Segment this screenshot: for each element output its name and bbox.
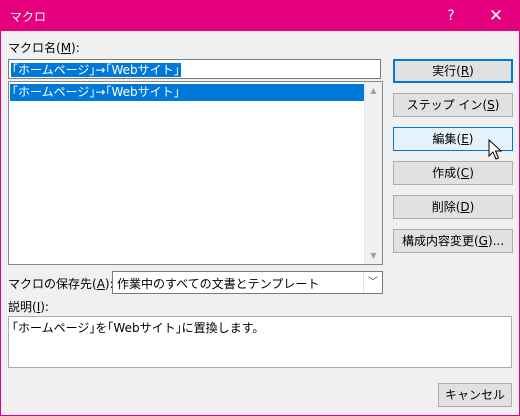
- macros-in-label: マクロの保存先(A):: [8, 277, 114, 291]
- cancel-button[interactable]: キャンセル: [438, 383, 512, 407]
- macros-in-select[interactable]: 作業中のすべての文書とテンプレート ﹀: [112, 271, 383, 294]
- description-label: 説明(I):: [8, 300, 49, 314]
- macro-name-label: マクロ名(M):: [8, 41, 80, 55]
- dialog-title: マクロ: [10, 10, 47, 24]
- macro-name-input[interactable]: ｢ホームページ｣→｢Webサイト｣: [8, 59, 381, 79]
- create-button[interactable]: 作成(C): [393, 161, 513, 185]
- run-button[interactable]: 実行(R): [393, 59, 513, 83]
- macro-name-value: ｢ホームページ｣→｢Webサイト｣: [11, 63, 181, 77]
- description-value: ｢ホームページ｣を｢Webサイト｣に置換します。: [12, 321, 265, 335]
- help-icon[interactable]: ?: [428, 1, 474, 31]
- chevron-down-icon[interactable]: ﹀: [363, 272, 382, 293]
- scroll-up-icon[interactable]: ▲: [365, 82, 382, 99]
- macro-list[interactable]: ｢ホームページ｣→｢Webサイト｣ ▲ ▼: [8, 81, 383, 265]
- mouse-cursor-icon: [488, 139, 503, 160]
- description-field[interactable]: ｢ホームページ｣を｢Webサイト｣に置換します。: [8, 316, 512, 368]
- scroll-down-icon[interactable]: ▼: [365, 247, 382, 264]
- macro-dialog: マクロ ? ✕ マクロ名(M): ｢ホームページ｣→｢Webサイト｣ ｢ホームペ…: [0, 0, 520, 416]
- list-scrollbar[interactable]: ▲ ▼: [364, 82, 382, 264]
- close-icon[interactable]: ✕: [473, 1, 519, 31]
- list-item[interactable]: ｢ホームページ｣→｢Webサイト｣: [10, 84, 365, 101]
- delete-button[interactable]: 削除(D): [393, 195, 513, 219]
- step-into-button[interactable]: ステップ イン(S): [393, 93, 513, 117]
- organizer-button[interactable]: 構成内容変更(G)...: [393, 229, 513, 253]
- macros-in-value: 作業中のすべての文書とテンプレート: [117, 277, 320, 291]
- title-bar: マクロ ? ✕: [1, 1, 519, 31]
